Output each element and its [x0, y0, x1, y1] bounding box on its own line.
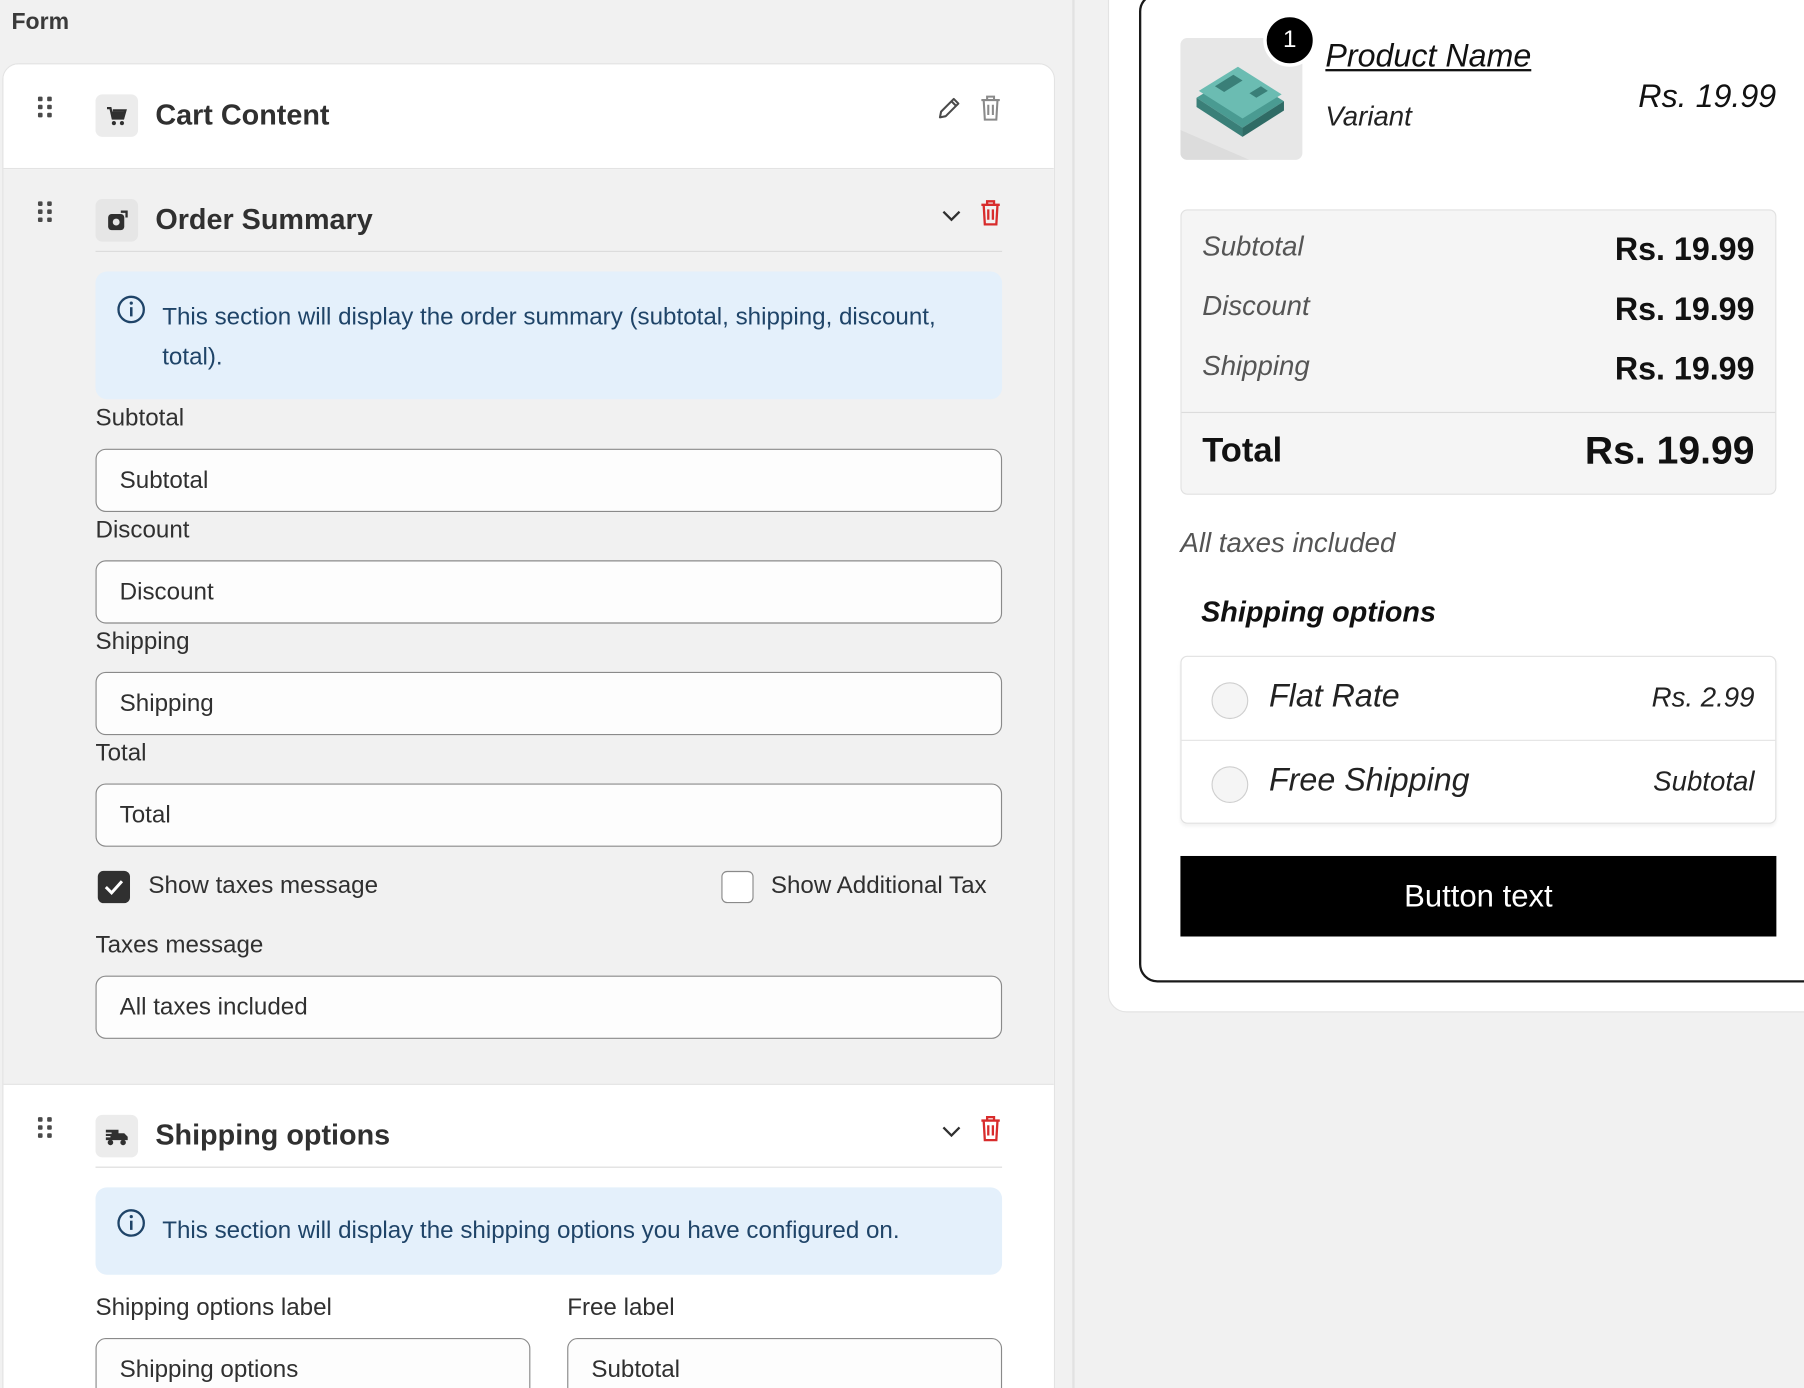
show-additional-tax-label: Show Additional Tax: [770, 872, 987, 899]
summary-discount-value: Rs. 19.99: [1614, 291, 1755, 327]
chevron-down-icon[interactable]: [935, 199, 967, 231]
quantity-badge: 1: [1263, 13, 1317, 67]
summary-shipping-label: Shipping: [1202, 350, 1310, 382]
order-summary-box: Subtotal Rs. 19.99 Discount Rs. 19.99 Sh…: [1180, 209, 1777, 495]
section-cart-content: Cart Content: [3, 64, 1054, 170]
shipping-info-banner: This section will display the shipping o…: [95, 1187, 1003, 1275]
trash-icon[interactable]: [974, 92, 1006, 124]
drag-handle-icon[interactable]: [37, 96, 54, 122]
discount-input[interactable]: [95, 560, 1003, 624]
free-label-input[interactable]: [567, 1338, 1003, 1388]
drag-handle-icon[interactable]: [37, 201, 54, 226]
truck-icon: [95, 1114, 139, 1158]
summary-subtotal-value: Rs. 19.99: [1614, 231, 1755, 267]
show-additional-tax-checkbox[interactable]: [721, 870, 754, 904]
free-label-label: Free label: [567, 1294, 675, 1321]
radio-button[interactable]: [1211, 682, 1249, 720]
order-icon: [95, 199, 139, 242]
drag-handle-icon[interactable]: [37, 1117, 54, 1142]
trash-icon[interactable]: [974, 1113, 1006, 1145]
shipping-options-list: Flat Rate Rs. 2.99 Free Shipping Subtota…: [1180, 655, 1777, 824]
shipping-option-price: Rs. 2.99: [1651, 682, 1755, 714]
section-divider: [95, 1166, 1003, 1168]
radio-button[interactable]: [1211, 766, 1249, 804]
summary-row-discount: Discount Rs. 19.99: [1202, 291, 1754, 332]
summary-total-value: Rs. 19.99: [1584, 429, 1755, 473]
pencil-icon[interactable]: [933, 92, 965, 124]
summary-row-subtotal: Subtotal Rs. 19.99: [1202, 231, 1754, 272]
total-label: Total: [95, 739, 147, 767]
product-price: Rs. 19.99: [1638, 78, 1777, 114]
info-icon: [116, 1208, 146, 1244]
summary-row-shipping: Shipping Rs. 19.99: [1202, 351, 1754, 392]
cart-icon: [95, 94, 139, 137]
shipping-option-name: Flat Rate: [1269, 677, 1400, 714]
total-input[interactable]: [95, 783, 1003, 847]
shipping-label: Shipping: [95, 628, 190, 655]
panel-divider: [1072, 0, 1075, 1388]
shipping-option-price: Subtotal: [1653, 766, 1755, 798]
shipping-option[interactable]: Free Shipping Subtotal: [1181, 739, 1776, 823]
checkout-button[interactable]: Button text: [1180, 855, 1777, 937]
shipping-option-name: Free Shipping: [1269, 761, 1470, 798]
summary-total-label: Total: [1202, 431, 1283, 470]
summary-subtotal-label: Subtotal: [1202, 231, 1304, 263]
taxes-message: All taxes included: [1180, 528, 1396, 560]
subtotal-input[interactable]: [95, 448, 1003, 512]
order-info-banner: This section will display the order summ…: [95, 271, 1003, 400]
product-name-link[interactable]: Product Name: [1325, 38, 1531, 75]
product-variant: Variant: [1325, 101, 1412, 133]
show-taxes-label: Show taxes message: [148, 872, 379, 899]
order-info-text: This section will display the order summ…: [162, 303, 936, 371]
shipping-options-label-label: Shipping options label: [95, 1294, 332, 1321]
section-order-summary: Order Summary This section will display …: [3, 169, 1054, 1085]
taxes-message-label: Taxes message: [95, 931, 264, 959]
section-divider: [95, 250, 1003, 252]
section-title-shipping: Shipping options: [155, 1119, 391, 1152]
shipping-options-heading: Shipping options: [1201, 595, 1436, 629]
summary-discount-label: Discount: [1202, 291, 1310, 323]
form-panel: Cart Content Order Summary This section …: [2, 63, 1056, 1388]
checkmark-icon: [104, 880, 124, 895]
trash-icon[interactable]: [974, 197, 1006, 229]
shipping-input[interactable]: [95, 671, 1003, 736]
form-title: Form: [11, 9, 70, 35]
chevron-down-icon[interactable]: [935, 1115, 967, 1147]
subtotal-label: Subtotal: [95, 404, 185, 432]
show-taxes-checkbox[interactable]: [97, 870, 131, 904]
discount-label: Discount: [95, 516, 190, 544]
summary-shipping-value: Rs. 19.99: [1614, 350, 1755, 387]
taxes-message-input[interactable]: [95, 975, 1003, 1039]
shipping-info-text: This section will display the shipping o…: [162, 1217, 900, 1244]
section-title-order: Order Summary: [155, 203, 373, 236]
info-icon: [116, 295, 146, 331]
summary-divider: [1181, 411, 1776, 414]
section-title-cart: Cart Content: [155, 98, 330, 132]
section-shipping-options: Shipping options This section will displ…: [3, 1084, 1054, 1388]
shipping-options-label-input[interactable]: [95, 1338, 531, 1388]
shipping-option[interactable]: Flat Rate Rs. 2.99: [1182, 657, 1776, 740]
